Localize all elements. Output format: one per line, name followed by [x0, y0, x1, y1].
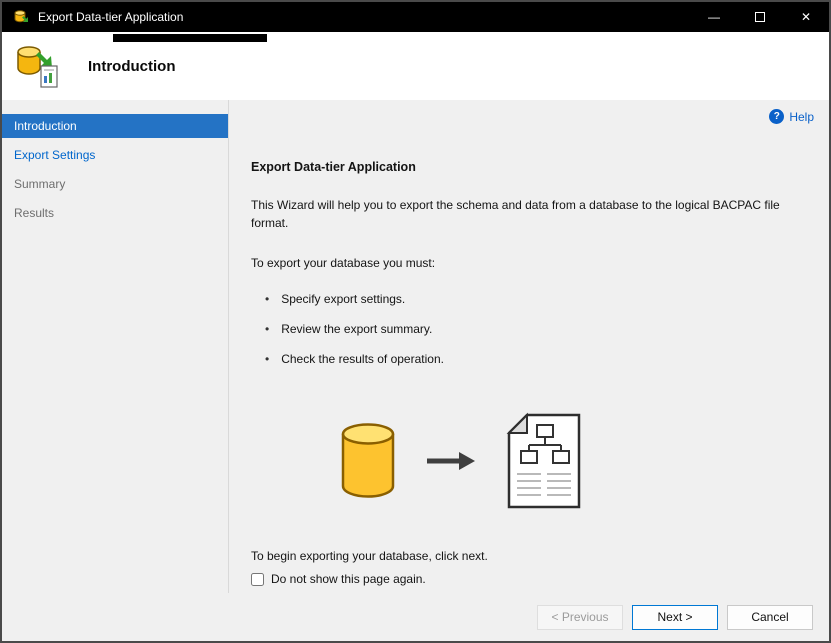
minimize-icon: —	[708, 10, 720, 24]
close-button[interactable]: ✕	[783, 2, 829, 32]
list-item-label: Specify export settings.	[281, 292, 406, 306]
list-item: • Check the results of operation.	[251, 344, 809, 374]
export-illustration	[339, 412, 809, 513]
dont-show-again-checkbox[interactable]	[251, 572, 264, 586]
window-title: Export Data-tier Application	[38, 10, 184, 24]
help-icon: ?	[769, 109, 785, 124]
page-title: Introduction	[88, 57, 176, 75]
content-heading: Export Data-tier Application	[251, 160, 416, 174]
app-icon	[13, 9, 29, 25]
maximize-icon	[755, 12, 765, 22]
help-label: Help	[789, 109, 814, 124]
next-button[interactable]: Next >	[632, 604, 718, 630]
list-intro-text: To export your database you must:	[251, 256, 436, 270]
titlebar: Export Data-tier Application — ✕	[2, 2, 829, 32]
bullet-icon: •	[265, 292, 270, 306]
sidebar-item-summary[interactable]: Summary	[2, 172, 228, 196]
wizard-header: Introduction	[2, 32, 829, 100]
close-icon: ✕	[800, 10, 812, 24]
window-controls: — ✕	[691, 2, 829, 32]
begin-export-text: To begin exporting your database, click …	[251, 549, 488, 563]
bacpac-file-icon	[505, 412, 583, 513]
maximize-button[interactable]	[737, 2, 783, 32]
titlebar-remnant	[113, 34, 267, 42]
export-dac-wizard-window: Export Data-tier Application — ✕ Introdu…	[0, 0, 831, 643]
wizard-steps-sidebar: Introduction Export Settings Summary Res…	[2, 100, 229, 593]
sidebar-item-results[interactable]: Results	[2, 201, 228, 225]
intro-text: This Wizard will help you to export the …	[251, 198, 780, 230]
right-arrow-icon	[425, 450, 477, 475]
list-item: • Review the export summary.	[251, 314, 809, 344]
content-panel: ? Help Export Data-tier Application This…	[229, 100, 829, 593]
sidebar-item-introduction[interactable]: Introduction	[2, 114, 228, 138]
list-item: • Specify export settings.	[251, 284, 809, 314]
previous-button: < Previous	[537, 604, 623, 630]
sidebar-item-export-settings[interactable]: Export Settings	[2, 143, 228, 167]
main-area: Introduction Export Settings Summary Res…	[2, 100, 829, 593]
list-item-label: Check the results of operation.	[281, 352, 444, 366]
dont-show-again-row: Do not show this page again.	[251, 572, 809, 586]
list-item-label: Review the export summary.	[281, 322, 433, 336]
cancel-button[interactable]: Cancel	[727, 604, 813, 630]
bullet-icon: •	[265, 322, 270, 336]
export-dac-icon	[14, 43, 60, 89]
database-cylinder-icon	[339, 422, 397, 503]
help-link[interactable]: ? Help	[769, 109, 814, 124]
bullet-icon: •	[265, 352, 270, 366]
minimize-button[interactable]: —	[691, 2, 737, 32]
requirements-list: • Specify export settings. • Review the …	[251, 284, 809, 374]
dont-show-again-label[interactable]: Do not show this page again.	[271, 572, 426, 586]
wizard-button-bar: < Previous Next > Cancel	[2, 593, 829, 641]
